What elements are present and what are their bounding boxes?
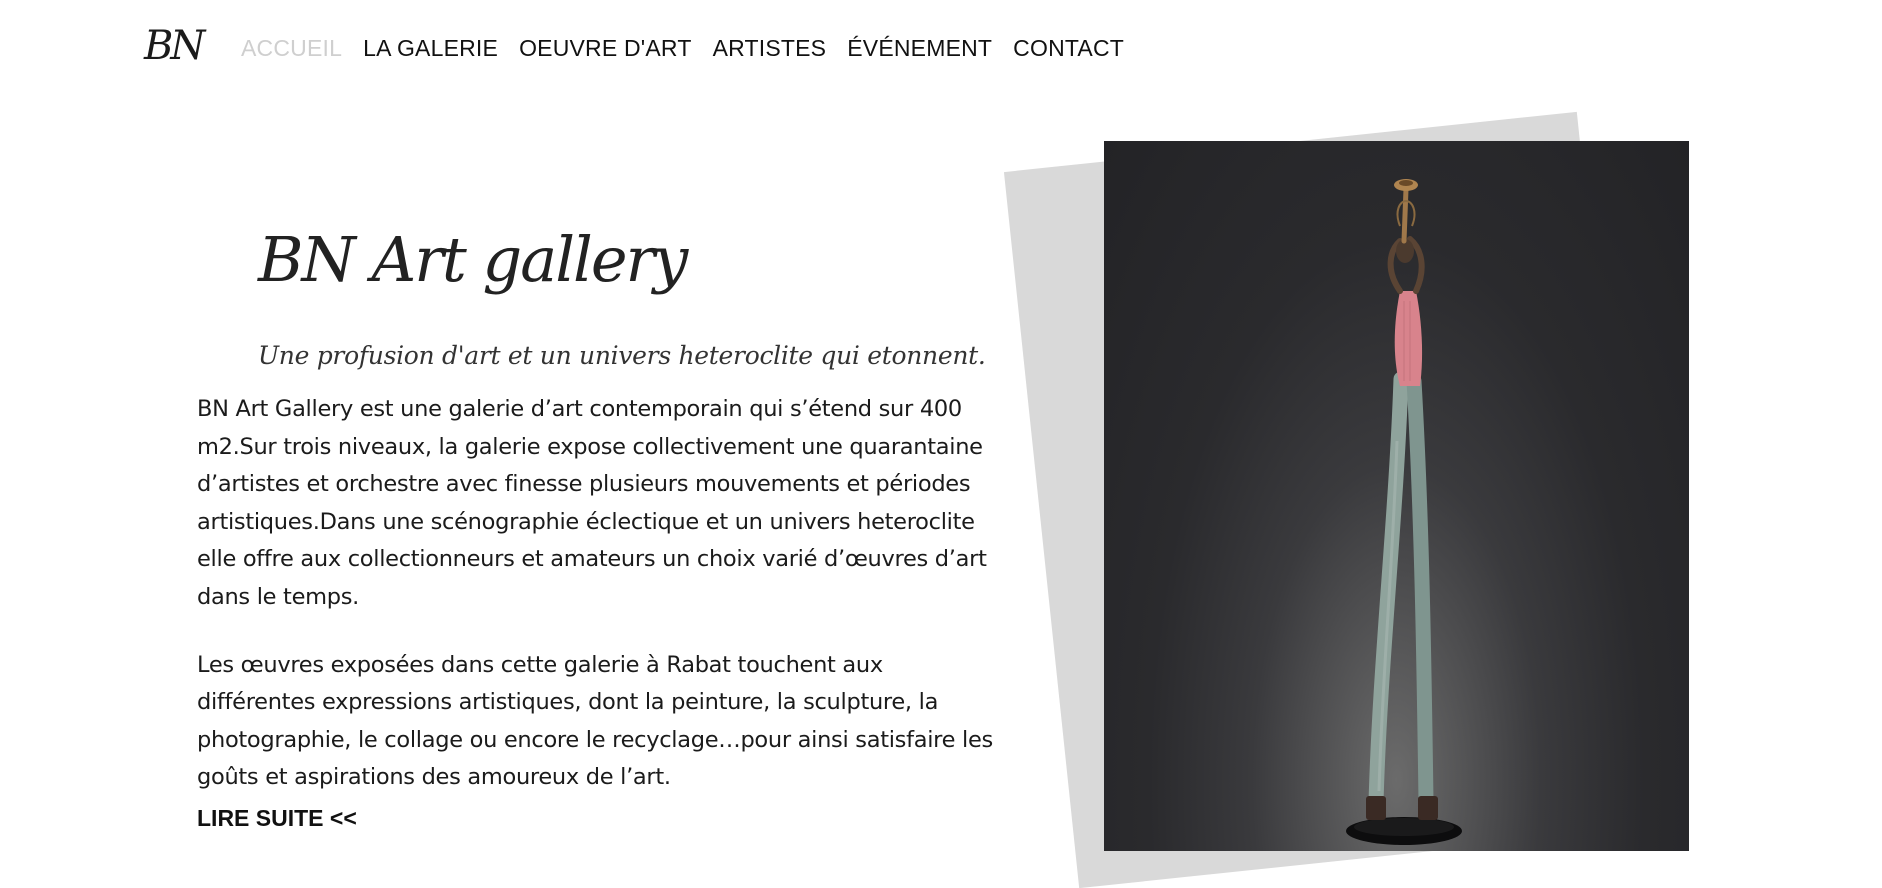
- nav-item-contact[interactable]: CONTACT: [1013, 34, 1124, 62]
- main-nav: ACCUEIL LA GALERIE OEUVRE D'ART ARTISTES…: [241, 34, 1124, 62]
- logo[interactable]: BN: [144, 20, 205, 72]
- read-more-link[interactable]: LIRE SUITE <<: [197, 803, 357, 833]
- nav-item-evenement[interactable]: ÉVÉNEMENT: [847, 34, 992, 62]
- sculpture-illustration: [1346, 179, 1462, 845]
- nav-item-artistes[interactable]: ARTISTES: [713, 34, 827, 62]
- intro-text: BN Art Gallery est une galerie d’art con…: [197, 391, 1005, 797]
- page-title: BN Art gallery: [258, 223, 688, 296]
- nav-item-la-galerie[interactable]: LA GALERIE: [363, 34, 498, 62]
- nav-item-accueil[interactable]: ACCUEIL: [241, 34, 342, 62]
- intro-paragraph-2: Les œuvres exposées dans cette galerie à…: [197, 651, 993, 791]
- nav-item-oeuvre-dart[interactable]: OEUVRE D'ART: [519, 34, 692, 62]
- page-subtitle: Une profusion d'art et un univers hetero…: [258, 341, 986, 370]
- intro-paragraph-1: BN Art Gallery est une galerie d’art con…: [197, 396, 987, 610]
- sculpture-photo: [1104, 141, 1689, 851]
